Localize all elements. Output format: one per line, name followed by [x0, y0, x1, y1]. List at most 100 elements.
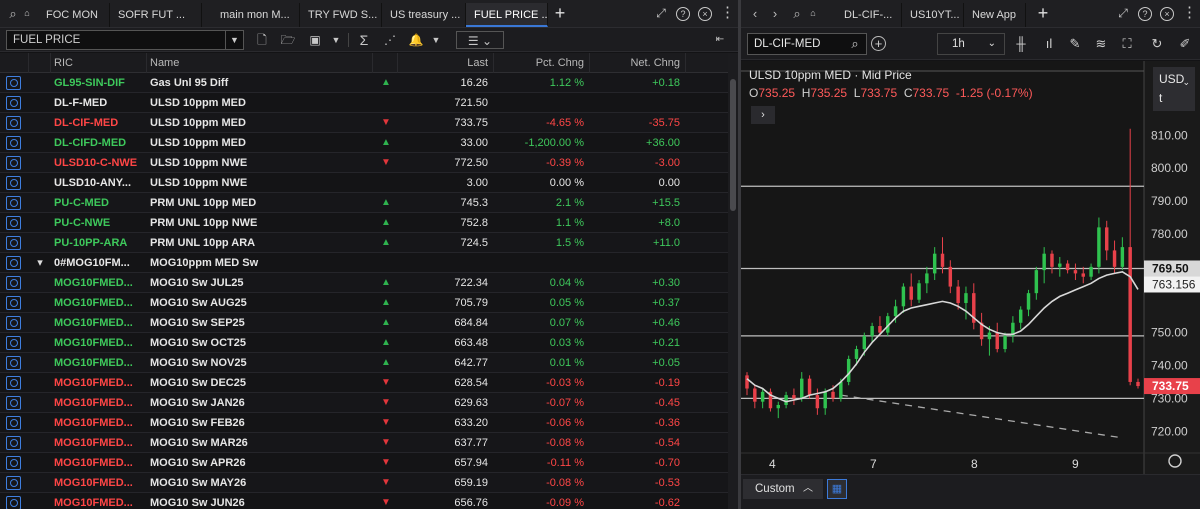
column-header-name[interactable]: Name — [150, 53, 179, 73]
instrument-icon[interactable] — [6, 456, 21, 470]
table-row[interactable]: ULSD10-ANY... ULSD 10ppm NWE 3.00 0.00 % 0.0… — [0, 173, 728, 193]
table-row[interactable]: PU-10PP-ARA PRM UNL 10pp ARA ▲ 724.5 1.5 % +1… — [0, 233, 728, 253]
add-icon[interactable]: + — [871, 36, 886, 51]
scrollbar-thumb[interactable] — [730, 79, 736, 211]
instrument-icon[interactable] — [6, 476, 21, 490]
filter-icon[interactable]: ⋰ — [380, 31, 400, 49]
help-icon[interactable]: ? — [676, 7, 690, 21]
table-row[interactable]: ULSD10-C-NWE ULSD 10ppm NWE ▼ 772.50 -0.39 %… — [0, 153, 728, 173]
table-row[interactable]: MOG10FMED... MOG10 Sw MAY26 ▼ 659.19 -0.08 %… — [0, 473, 728, 493]
ric-cell[interactable]: DL-CIF-MED — [54, 113, 146, 133]
instrument-icon[interactable] — [6, 156, 21, 170]
chevron-down-icon[interactable]: ▼ — [225, 31, 243, 49]
ric-cell[interactable]: MOG10FMED... — [54, 353, 146, 373]
ric-cell[interactable]: MOG10FMED... — [54, 413, 146, 433]
table-row[interactable]: MOG10FMED... MOG10 Sw SEP25 ▲ 684.84 0.07 % +… — [0, 313, 728, 333]
indicators-icon[interactable]: ıl — [1041, 36, 1057, 52]
search-icon[interactable]: ⌕ — [6, 6, 20, 22]
table-row[interactable]: MOG10FMED... MOG10 Sw APR26 ▼ 657.94 -0.11 %… — [0, 453, 728, 473]
expand-chevron-icon[interactable]: ▾ — [30, 253, 50, 273]
shapes-icon[interactable]: ⛶ — [1119, 36, 1135, 52]
ric-cell[interactable]: MOG10FMED... — [54, 433, 146, 453]
ric-cell[interactable]: MOG10FMED... — [54, 293, 146, 313]
instrument-icon[interactable] — [6, 436, 21, 450]
ric-cell[interactable]: GL95-SIN-DIF — [54, 73, 146, 93]
instrument-icon[interactable] — [6, 496, 21, 509]
edit-icon[interactable]: ✐ — [1177, 36, 1193, 52]
table-row[interactable]: MOG10FMED... MOG10 Sw JAN26 ▼ 629.63 -0.07 %… — [0, 393, 728, 413]
more-icon[interactable]: ⋮ — [720, 5, 735, 20]
new-document-icon[interactable]: 🗋 — [252, 31, 272, 49]
instrument-icon[interactable] — [6, 356, 21, 370]
table-row[interactable]: ▾ 0#MOG10FM... MOG10ppm MED Sw — [0, 253, 728, 273]
link-icon[interactable]: ⤢ — [1116, 6, 1130, 20]
table-row[interactable]: PU-C-NWE PRM UNL 10pp NWE ▲ 752.8 1.1 % +8.0 — [0, 213, 728, 233]
column-header-pct-chng[interactable]: Pct. Chng — [494, 53, 588, 73]
tab-try-fwd[interactable]: TRY FWD S... — [300, 3, 382, 27]
instrument-icon[interactable] — [6, 396, 21, 410]
tab-main-mon[interactable]: main mon M... — [212, 3, 300, 27]
close-circle-icon[interactable]: × — [698, 7, 712, 21]
currency-select[interactable]: USD t ⌄ — [1153, 67, 1195, 111]
help-icon[interactable]: ? — [1138, 7, 1152, 21]
tab-us-treasury[interactable]: US treasury ... — [382, 3, 466, 27]
more-icon[interactable]: ⋮ — [1182, 5, 1197, 20]
folder-icon[interactable]: 🗁 — [278, 31, 298, 49]
reset-icon[interactable]: ↻ — [1149, 36, 1165, 52]
ric-cell[interactable]: PU-C-MED — [54, 193, 146, 213]
sigma-icon[interactable]: Σ — [354, 31, 374, 49]
chevron-down-icon[interactable]: ▼ — [326, 31, 346, 49]
column-header-last[interactable]: Last — [398, 53, 492, 73]
expand-legend-button[interactable]: › — [751, 106, 775, 124]
table-row[interactable]: DL-CIF-MED ULSD 10ppm MED ▼ 733.75 -4.65 % -3… — [0, 113, 728, 133]
search-icon[interactable]: ⌕ — [790, 6, 804, 22]
new-tab-icon[interactable]: + — [551, 4, 569, 24]
chevron-down-icon[interactable]: ▼ — [426, 31, 446, 49]
instrument-icon[interactable] — [6, 196, 21, 210]
chart-canvas[interactable]: 810.00800.00790.00780.00750.00740.00730.… — [741, 61, 1200, 474]
interval-select[interactable]: 1h ⌄ — [937, 33, 1005, 55]
table-row[interactable]: MOG10FMED... MOG10 Sw DEC25 ▼ 628.54 -0.03 %… — [0, 373, 728, 393]
table-row[interactable]: MOG10FMED... MOG10 Sw JUL25 ▲ 722.34 0.04 % +… — [0, 273, 728, 293]
table-row[interactable]: MOG10FMED... MOG10 Sw JUN26 ▼ 656.76 -0.09 %… — [0, 493, 728, 509]
ric-cell[interactable]: ULSD10-C-NWE — [54, 153, 146, 173]
save-icon[interactable]: ▣ — [305, 31, 325, 49]
link-icon[interactable]: ⤢ — [654, 6, 668, 20]
instrument-icon[interactable] — [6, 136, 21, 150]
instrument-icon[interactable] — [6, 216, 21, 230]
ric-cell[interactable]: DL-CIFD-MED — [54, 133, 146, 153]
ric-cell[interactable]: PU-10PP-ARA — [54, 233, 146, 253]
table-row[interactable]: MOG10FMED... MOG10 Sw FEB26 ▼ 633.20 -0.06 %… — [0, 413, 728, 433]
drawing-tools-icon[interactable]: ✎ — [1067, 36, 1083, 52]
new-tab-icon[interactable]: + — [1034, 4, 1052, 24]
instrument-icon[interactable] — [6, 236, 21, 250]
instrument-icon[interactable] — [6, 96, 21, 110]
column-header-net-chng[interactable]: Net. Chng — [590, 53, 684, 73]
instrument-icon[interactable] — [6, 176, 21, 190]
ric-cell[interactable]: MOG10FMED... — [54, 473, 146, 493]
tab-us10yt[interactable]: US10YT... — [902, 3, 964, 27]
tab-foc-mon[interactable]: FOC MON — [38, 3, 110, 27]
ric-cell[interactable]: MOG10FMED... — [54, 273, 146, 293]
waves-icon[interactable]: ≋ — [1093, 36, 1109, 52]
ric-cell[interactable]: MOG10FMED... — [54, 493, 146, 509]
table-row[interactable]: MOG10FMED... MOG10 Sw NOV25 ▲ 642.77 0.01 % +… — [0, 353, 728, 373]
instrument-icon[interactable] — [6, 256, 21, 270]
calendar-icon[interactable]: ▦ — [827, 479, 847, 499]
instrument-icon[interactable] — [6, 116, 21, 130]
ric-cell[interactable]: MOG10FMED... — [54, 373, 146, 393]
instrument-icon[interactable] — [6, 76, 21, 90]
table-row[interactable]: MOG10FMED... MOG10 Sw OCT25 ▲ 663.48 0.03 % +… — [0, 333, 728, 353]
candlestick-icon[interactable]: ╫ — [1013, 36, 1029, 52]
tab-sofr-fut[interactable]: SOFR FUT ... — [110, 3, 202, 27]
table-row[interactable]: MOG10FMED... MOG10 Sw AUG25 ▲ 705.79 0.05 % +… — [0, 293, 728, 313]
home-icon[interactable]: ⌂ — [20, 6, 34, 20]
price-chart[interactable]: 810.00 800.00 790.00 780.00 750.00 740.00 730.… — [741, 61, 1200, 474]
ric-cell[interactable]: MOG10FMED... — [54, 393, 146, 413]
view-menu-button[interactable]: ☰ ⌄ — [456, 31, 504, 49]
back-arrow-icon[interactable]: ‹ — [748, 6, 762, 22]
table-row[interactable]: DL-F-MED ULSD 10ppm MED 721.50 — [0, 93, 728, 113]
bell-icon[interactable]: 🔔 — [406, 31, 426, 49]
ric-cell[interactable]: 0#MOG10FM... — [54, 253, 146, 273]
column-header-ric[interactable]: RIC — [54, 53, 73, 73]
